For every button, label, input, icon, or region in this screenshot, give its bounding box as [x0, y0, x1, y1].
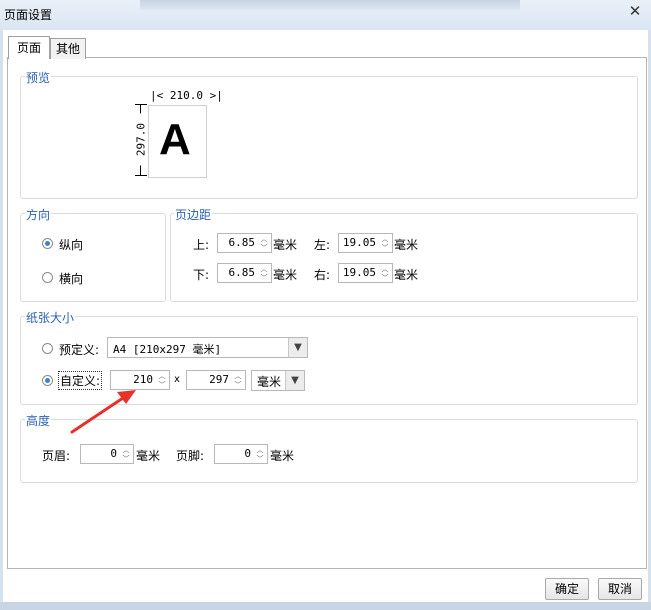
custom-size-separator: x	[174, 374, 180, 385]
chevron-down-icon[interactable]: ▼	[288, 338, 307, 357]
predefined-radio[interactable]	[42, 343, 53, 354]
preview-height-value: 297.0	[134, 113, 148, 166]
height-group-label: 高度	[25, 412, 52, 429]
margin-left-input[interactable]: 19.05 ︿ ﹀	[338, 233, 393, 253]
margin-left-label: 左:	[314, 238, 331, 252]
portrait-radio[interactable]	[42, 238, 53, 249]
spinner-arrows-icon[interactable]: ︿ ﹀	[258, 235, 270, 253]
margin-right-label: 右:	[314, 268, 331, 282]
preview-sample-letter: A	[159, 115, 191, 164]
custom-radio[interactable]	[42, 375, 53, 386]
tab-other[interactable]: 其他	[50, 38, 86, 59]
title-bar	[0, 0, 651, 30]
spinner-arrows-icon[interactable]: ︿ ﹀	[254, 446, 266, 464]
custom-unit-select[interactable]: 毫米 ▼	[251, 370, 305, 391]
portrait-label: 纵向	[59, 238, 84, 252]
predefined-paper-value: A4 [210x297 毫米]	[113, 343, 222, 356]
spinner-arrows-icon[interactable]: ︿ ﹀	[156, 372, 168, 390]
margin-bottom-unit: 毫米	[273, 268, 298, 282]
predefined-label: 预定义:	[59, 343, 100, 357]
orientation-group	[20, 213, 166, 302]
margin-top-label: 上:	[193, 238, 210, 252]
spinner-arrows-icon[interactable]: ︿ ﹀	[379, 265, 391, 283]
page-preview: A	[148, 105, 207, 178]
orientation-group-label: 方向	[25, 206, 52, 223]
ok-button[interactable]: 确定	[545, 578, 589, 600]
preview-width-value: 210.0	[169, 89, 203, 102]
spinner-arrows-icon[interactable]: ︿ ﹀	[379, 235, 391, 253]
preview-width-dimension: |< 210.0 >|	[150, 89, 223, 102]
margins-group	[170, 213, 638, 302]
margin-top-unit: 毫米	[273, 238, 298, 252]
custom-unit-value: 毫米	[257, 375, 282, 389]
spinner-arrows-icon[interactable]: ︿ ﹀	[258, 265, 270, 283]
chevron-down-icon[interactable]: ▼	[285, 371, 304, 390]
landscape-radio[interactable]	[42, 272, 53, 283]
landscape-label: 横向	[59, 272, 84, 286]
margins-group-label: 页边距	[174, 206, 213, 223]
header-unit: 毫米	[136, 449, 161, 463]
window-title: 页面设置	[4, 8, 53, 22]
custom-height-input[interactable]: 297 ︿ ﹀	[186, 370, 246, 390]
margin-right-input[interactable]: 19.05 ︿ ﹀	[338, 263, 393, 283]
spinner-arrows-icon[interactable]: ︿ ﹀	[120, 446, 132, 464]
margin-right-unit: 毫米	[394, 268, 419, 282]
margin-bottom-input[interactable]: 6.85 ︿ ﹀	[217, 263, 272, 283]
header-height-input[interactable]: 0 ︿ ﹀	[80, 444, 134, 464]
tab-page[interactable]: 页面	[8, 36, 50, 59]
preview-group-label: 预览	[25, 69, 52, 86]
footer-unit: 毫米	[270, 449, 295, 463]
window-frame-bottom	[0, 602, 651, 610]
cancel-button[interactable]: 取消	[598, 578, 642, 600]
footer-label: 页脚:	[176, 449, 205, 463]
header-label: 页眉:	[42, 449, 71, 463]
margin-bottom-label: 下:	[193, 268, 210, 282]
predefined-paper-select[interactable]: A4 [210x297 毫米] ▼	[107, 337, 308, 358]
preview-group	[20, 76, 638, 199]
close-icon[interactable]: ✕	[626, 2, 644, 20]
spinner-arrows-icon[interactable]: ︿ ﹀	[232, 372, 244, 390]
footer-height-input[interactable]: 0 ︿ ﹀	[214, 444, 268, 464]
annotation-arrow	[70, 390, 136, 434]
margin-top-input[interactable]: 6.85 ︿ ﹀	[217, 233, 272, 253]
preview-height-dimension: 297.0	[134, 104, 148, 176]
paper-size-group-label: 纸张大小	[25, 309, 76, 326]
margin-left-unit: 毫米	[394, 238, 419, 252]
